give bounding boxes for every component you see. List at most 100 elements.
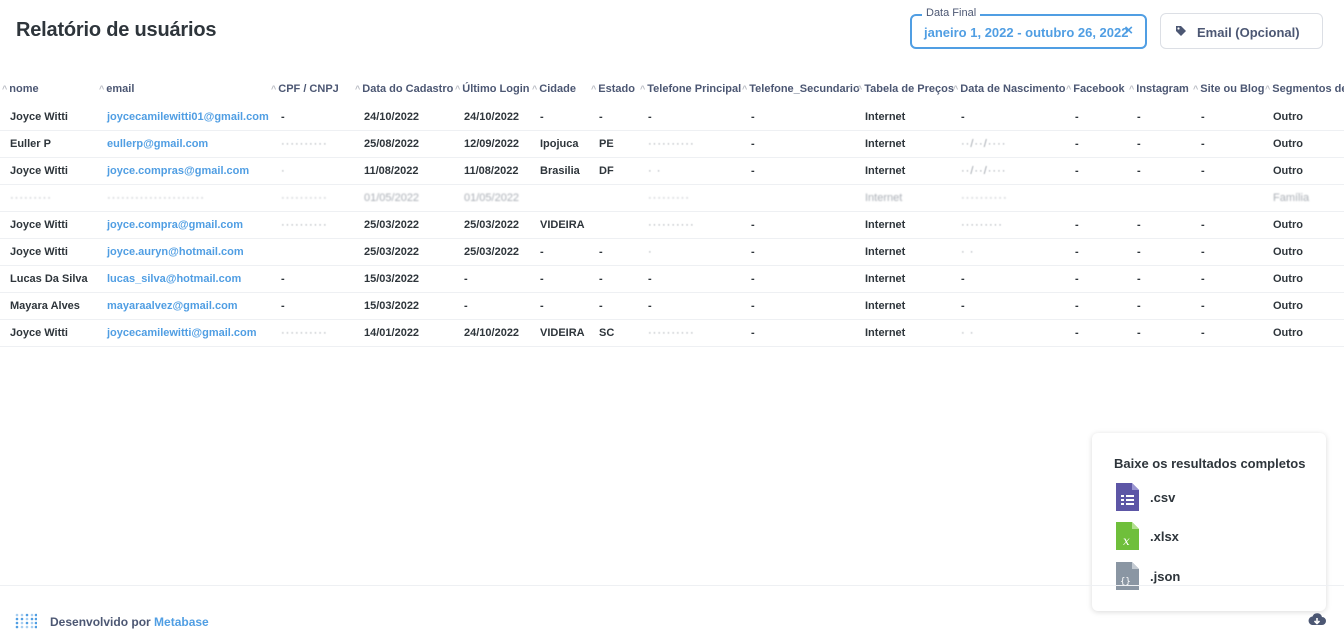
table-cell: - [1075, 138, 1079, 150]
table-cell: - [1137, 165, 1141, 177]
table-cell[interactable]: eullerp@gmail.com [107, 138, 208, 150]
table-cell: Internet [865, 246, 906, 258]
column-header[interactable]: ^ Telefone_Secundario [742, 83, 860, 95]
table-cell: - [599, 300, 603, 312]
table-cell: - [281, 300, 285, 312]
table-cell[interactable]: joyce.compras@gmail.com [107, 165, 249, 177]
credit-prefix: Desenvolvido por [50, 615, 155, 629]
table-cell: 25/03/2022 [364, 219, 420, 231]
table-cell: 11/08/2022 [464, 165, 519, 177]
column-header[interactable]: ^ Estado [591, 83, 635, 95]
column-header[interactable]: ^ nome [2, 83, 39, 95]
table-cell: ·········· [281, 192, 328, 204]
email-filter[interactable]: Email (Opcional) [1160, 13, 1323, 49]
table-cell: - [1075, 246, 1079, 258]
table-cell: · [281, 165, 286, 177]
table-cell: - [281, 111, 285, 123]
page-title: Relatório de usuários [16, 19, 217, 41]
table-cell: SC [599, 327, 615, 339]
table-cell: Outro [1273, 327, 1303, 339]
table-cell[interactable]: joyce.compra@gmail.com [107, 219, 243, 231]
download-title: Baixe os resultados completos [1114, 456, 1306, 471]
table-cell: ·········· [961, 192, 1008, 204]
table-cell: 25/08/2022 [364, 138, 420, 150]
table-cell: - [1137, 138, 1141, 150]
table-cell: - [1137, 111, 1141, 123]
csv-file-icon [1116, 483, 1139, 511]
column-header[interactable]: ^ Instagram [1129, 83, 1189, 95]
table-cell: - [648, 111, 652, 123]
column-header[interactable]: ^Segmentos de A [1265, 83, 1344, 95]
svg-text:x: x [1123, 534, 1130, 548]
column-header[interactable]: ^ email [99, 83, 134, 95]
table-cell: Família [1273, 192, 1310, 204]
table-cell: - [1075, 273, 1079, 285]
table-cell: VIDEIRA [540, 327, 585, 339]
table-cell: 25/03/2022 [464, 219, 520, 231]
table-cell: - [961, 273, 965, 285]
table-cell[interactable]: joycecamilewitti01@gmail.com [107, 111, 269, 123]
column-header[interactable]: ^ Site ou Blog [1193, 83, 1264, 95]
table-cell[interactable]: joyce.auryn@hotmail.com [107, 246, 244, 258]
table-row[interactable]: Joyce Witti joyce.compras@gmail.com · 11/08… [0, 158, 1344, 185]
table-cell: Outro [1273, 273, 1303, 285]
table-cell: 14/01/2022 [364, 327, 420, 339]
column-header[interactable]: ^ Último Login [455, 83, 529, 95]
table-cell: - [1201, 246, 1205, 258]
table-cell[interactable]: joycecamilewitti@gmail.com [107, 327, 257, 339]
table-cell: Brasilia [540, 165, 580, 177]
table-cell: - [751, 327, 755, 339]
table-row[interactable]: Joyce Witti joycecamilewitti01@gmail.com -… [0, 104, 1344, 131]
table-cell: Outro [1273, 219, 1303, 231]
table-cell: - [1075, 327, 1079, 339]
table-cell[interactable]: ····················· [107, 192, 205, 204]
table-cell: Joyce Witti [10, 219, 68, 231]
table-row[interactable]: Joyce Witti joyce.auryn@hotmail.com 25/03/… [0, 239, 1344, 266]
column-header[interactable]: ^ CPF / CNPJ [271, 83, 339, 95]
table-cell: · [648, 246, 653, 258]
table-row[interactable]: Lucas Da Silva lucas_silva@hotmail.com - 15… [0, 266, 1344, 293]
table-body: Joyce Witti joycecamilewitti01@gmail.com -… [0, 104, 1344, 347]
download-csv-button[interactable]: .csv [1114, 483, 1294, 515]
table-cell: - [751, 111, 755, 123]
table-row[interactable]: ········· ····················· ··········… [0, 185, 1344, 212]
table-cell: - [1137, 273, 1141, 285]
table-cell: Joyce Witti [10, 111, 68, 123]
table-cell: - [1137, 327, 1141, 339]
table-cell: - [1201, 165, 1205, 177]
date-filter-value[interactable]: janeiro 1, 2022 - outubro 26, 2022 [924, 25, 1128, 40]
date-range-filter[interactable]: Data Final janeiro 1, 2022 - outubro 26,… [910, 7, 1147, 49]
column-header[interactable]: ^ Data de Nascimento [953, 83, 1065, 95]
column-header[interactable]: ^ Tabela de Preços [857, 83, 954, 95]
table-cell: - [281, 273, 285, 285]
column-header[interactable]: ^ Facebook [1066, 83, 1125, 95]
table-cell: 25/03/2022 [464, 246, 520, 258]
table-row[interactable]: Euller P eullerp@gmail.com ·········· 25/08… [0, 131, 1344, 158]
table-cell: Euller P [10, 138, 51, 150]
table-cell: Joyce Witti [10, 327, 68, 339]
table-cell: - [464, 273, 468, 285]
table-header: ^ nome ^ email ^ CPF / CNPJ ^ Data do Cadast… [0, 78, 1344, 104]
tag-icon [1176, 26, 1186, 36]
table-cell[interactable]: lucas_silva@hotmail.com [107, 273, 241, 285]
column-header[interactable]: ^ Data do Cadastro [355, 83, 453, 95]
column-header[interactable]: ^ Telefone Principal [640, 83, 741, 95]
table-row[interactable]: Mayara Alves mayaraalvez@gmail.com - 15/03/… [0, 293, 1344, 320]
cloud-download-icon[interactable] [1307, 612, 1327, 628]
table-row[interactable]: Joyce Witti joyce.compra@gmail.com ·······… [0, 212, 1344, 239]
table-cell: ·········· [281, 138, 328, 150]
table-cell: Joyce Witti [10, 246, 68, 258]
clear-icon[interactable]: × [1124, 22, 1133, 39]
table-cell: 15/03/2022 [364, 300, 420, 312]
table-cell: Internet [865, 219, 906, 231]
column-header[interactable]: ^ Cidade [532, 83, 576, 95]
table-cell: - [1201, 219, 1205, 231]
table-row[interactable]: Joyce Witti joycecamilewitti@gmail.com ···… [0, 320, 1344, 347]
metabase-link[interactable]: Metabase [154, 615, 209, 629]
table-cell: PE [599, 138, 614, 150]
download-xlsx-button[interactable]: x .xlsx [1114, 522, 1294, 554]
table-cell: ········· [10, 192, 52, 204]
table-cell: - [751, 246, 755, 258]
table-cell: 01/05/2022 [364, 192, 420, 204]
table-cell[interactable]: mayaraalvez@gmail.com [107, 300, 238, 312]
